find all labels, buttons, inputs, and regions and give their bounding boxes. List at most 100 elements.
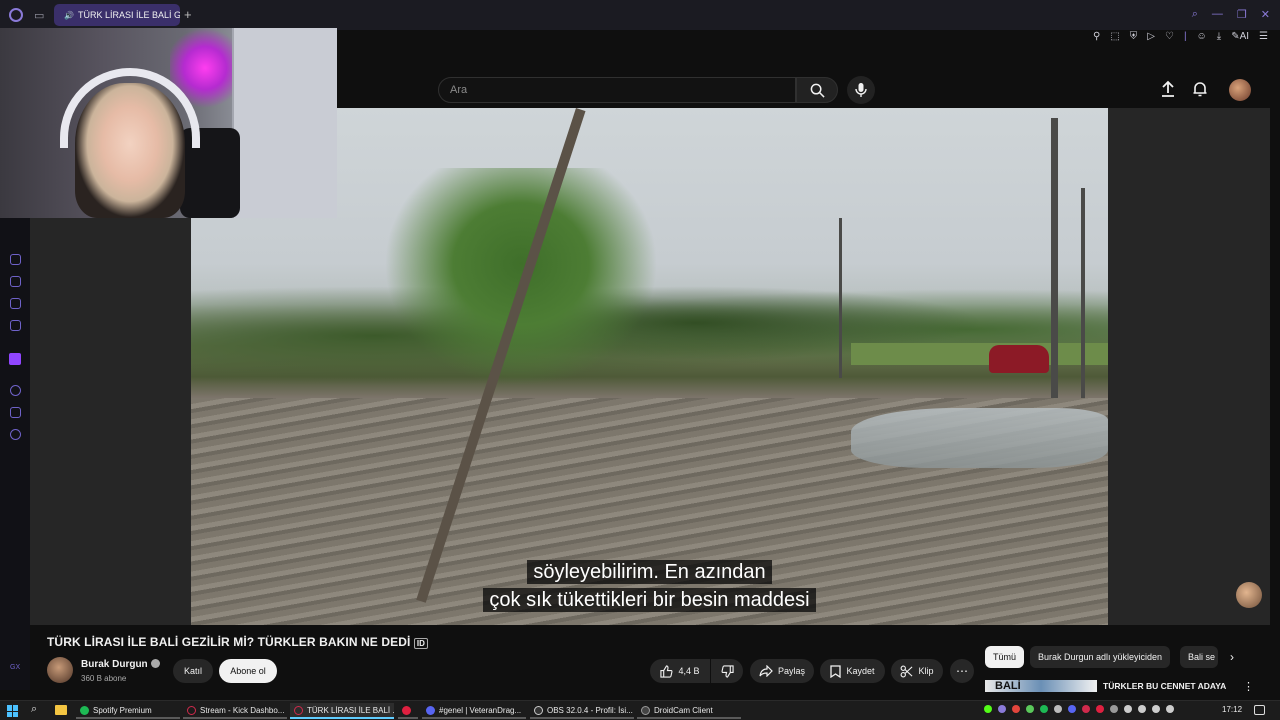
- snapshot-icon[interactable]: ⬚: [1110, 31, 1119, 42]
- aria-ai-button[interactable]: ✎AI: [1231, 31, 1249, 42]
- sidebar-speed-icon[interactable]: [10, 254, 21, 265]
- tray-record-icon[interactable]: [1096, 705, 1104, 713]
- subscriber-count: 360 B abone: [81, 674, 127, 683]
- chip-all[interactable]: Tümü: [985, 646, 1025, 668]
- search-button[interactable]: [796, 77, 838, 103]
- tab-title: TÜRK LİRASI İLE BALİ GEZİLİR Mİ?: [77, 10, 180, 20]
- settings-icon[interactable]: [10, 429, 21, 440]
- channel-watermark-avatar[interactable]: [1236, 582, 1262, 608]
- close-icon[interactable]: ✕: [1261, 8, 1270, 21]
- recommendation-thumbnail[interactable]: BALİ: [985, 680, 1097, 692]
- tray-app-icon[interactable]: [1138, 705, 1146, 713]
- tray-kick-icon[interactable]: [984, 705, 992, 713]
- sidebar-messenger-icon[interactable]: [10, 320, 21, 331]
- like-count: 4,4 B: [678, 666, 700, 676]
- gx-icon[interactable]: GX: [10, 664, 20, 671]
- tray-app-icon[interactable]: [1054, 705, 1062, 713]
- spotify-icon: [80, 705, 89, 715]
- notifications-icon[interactable]: [1192, 80, 1208, 98]
- microphone-icon: [855, 83, 867, 97]
- dislike-button[interactable]: [711, 659, 743, 683]
- play-icon[interactable]: ▷: [1147, 31, 1155, 42]
- more-horizontal-icon: ⋯: [956, 664, 968, 678]
- tray-discord-icon[interactable]: [1068, 705, 1076, 713]
- taskbar-search-icon[interactable]: ⌕: [31, 703, 37, 716]
- file-explorer-icon[interactable]: [55, 705, 67, 715]
- taskbar-app-obs[interactable]: OBS 32.0.4 - Profil: İsi...: [530, 703, 634, 719]
- save-button[interactable]: Kaydet: [820, 659, 885, 683]
- tray-spotify-icon[interactable]: [1040, 705, 1048, 713]
- tab-islands-icon[interactable]: ▭: [34, 9, 44, 22]
- shield-icon[interactable]: ⛨: [1130, 31, 1138, 42]
- new-tab-icon[interactable]: +: [184, 7, 192, 22]
- share-icon: [759, 665, 773, 677]
- sidebar-window-icon[interactable]: [10, 298, 21, 309]
- notifications-center-icon[interactable]: [1254, 705, 1265, 715]
- account-avatar[interactable]: [1229, 79, 1251, 101]
- verified-icon: [150, 659, 160, 668]
- tray-network-icon[interactable]: [1152, 705, 1160, 713]
- extensions-icon[interactable]: [10, 407, 21, 418]
- voice-search-button[interactable]: [847, 76, 875, 104]
- bookmark-icon: [830, 664, 842, 678]
- pin-icon[interactable]: ⚲: [1093, 31, 1100, 42]
- video-utility-pole: [839, 218, 842, 378]
- tray-app-icon[interactable]: [1082, 705, 1090, 713]
- clip-label: Klip: [918, 666, 934, 676]
- tray-app-icon[interactable]: [1012, 705, 1020, 713]
- subtitle-line: söyleyebilirim. En azından: [191, 560, 1108, 584]
- tray-volume-icon[interactable]: [1166, 705, 1174, 713]
- channel-name[interactable]: Burak Durgun: [81, 659, 160, 670]
- taskbar-app-droidcam[interactable]: DroidCam Client: [637, 703, 741, 719]
- system-tray: [984, 705, 1174, 713]
- share-button[interactable]: Paylaş: [750, 659, 814, 683]
- thumbnail-text: BALİ: [995, 680, 1021, 692]
- speaker-icon: 🔊: [64, 10, 74, 20]
- divider: |: [1183, 31, 1187, 42]
- tray-app-icon[interactable]: [1110, 705, 1118, 713]
- heart-icon[interactable]: ♡: [1165, 31, 1174, 42]
- tray-mic-icon[interactable]: [1124, 705, 1132, 713]
- opera-icon: [187, 705, 196, 715]
- tray-opera-icon[interactable]: [998, 705, 1006, 713]
- subscribe-button[interactable]: Abone ol: [219, 659, 277, 683]
- more-actions-button[interactable]: ⋯: [950, 659, 974, 683]
- taskbar-app-label: TÜRK LİRASI İLE BALİ ...: [307, 705, 394, 715]
- taskbar-app-spotify[interactable]: Spotify Premium: [76, 703, 180, 719]
- search-input[interactable]: Ara: [438, 77, 796, 103]
- video-title-text: TÜRK LİRASI İLE BALİ GEZİLİR Mİ? TÜRKLER…: [47, 635, 411, 649]
- upload-icon[interactable]: [1160, 80, 1176, 98]
- taskbar-app-kick[interactable]: Stream - Kick Dashbo...: [183, 703, 287, 719]
- taskbar-app-discord[interactable]: #genel | VeteranDrag...: [422, 703, 526, 719]
- sidebar-bag-icon[interactable]: [10, 276, 21, 287]
- opera-logo-icon[interactable]: [9, 8, 23, 22]
- menu-icon[interactable]: ☰: [1259, 31, 1268, 42]
- more-vertical-icon[interactable]: ⋮: [1243, 680, 1254, 693]
- minimize-icon[interactable]: —: [1212, 8, 1223, 21]
- search-icon: [810, 83, 825, 98]
- chip-from-uploader[interactable]: Burak Durgun adlı yükleyiciden: [1030, 646, 1171, 668]
- taskbar-app-label: Stream - Kick Dashbo...: [200, 705, 285, 715]
- tab-youtube-active[interactable]: 🔊 TÜRK LİRASI İLE BALİ GEZİLİR Mİ?: [54, 4, 180, 26]
- start-icon[interactable]: [7, 705, 19, 717]
- chip-related[interactable]: Bali se: [1180, 646, 1218, 668]
- join-button[interactable]: Katıl: [173, 659, 213, 683]
- taskbar-clock[interactable]: 17:12: [1222, 705, 1242, 714]
- webcam-overlay: [0, 28, 337, 218]
- profile-icon[interactable]: ☺: [1197, 31, 1207, 42]
- history-icon[interactable]: [10, 385, 21, 396]
- clip-button[interactable]: Klip: [891, 659, 943, 683]
- video-red-car: [989, 345, 1049, 373]
- tray-nvidia-icon[interactable]: [1026, 705, 1034, 713]
- like-button[interactable]: 4,4 B: [650, 659, 710, 683]
- search-tabs-icon[interactable]: ⌕: [1192, 8, 1198, 21]
- download-icon[interactable]: ⤓: [1217, 31, 1221, 42]
- restore-icon[interactable]: ❐: [1237, 8, 1247, 21]
- taskbar-app-recorder[interactable]: [398, 703, 418, 719]
- channel-avatar[interactable]: [47, 657, 73, 683]
- taskbar-app-label: DroidCam Client: [654, 705, 713, 715]
- twitch-icon[interactable]: [9, 353, 21, 365]
- recommendation-title[interactable]: TÜRKLER BU CENNET ADAYA AKIN EDİYOR: BAL…: [1103, 681, 1233, 692]
- taskbar-app-opera-youtube[interactable]: TÜRK LİRASI İLE BALİ ...: [290, 703, 394, 719]
- chevron-right-icon[interactable]: ›: [1230, 650, 1234, 664]
